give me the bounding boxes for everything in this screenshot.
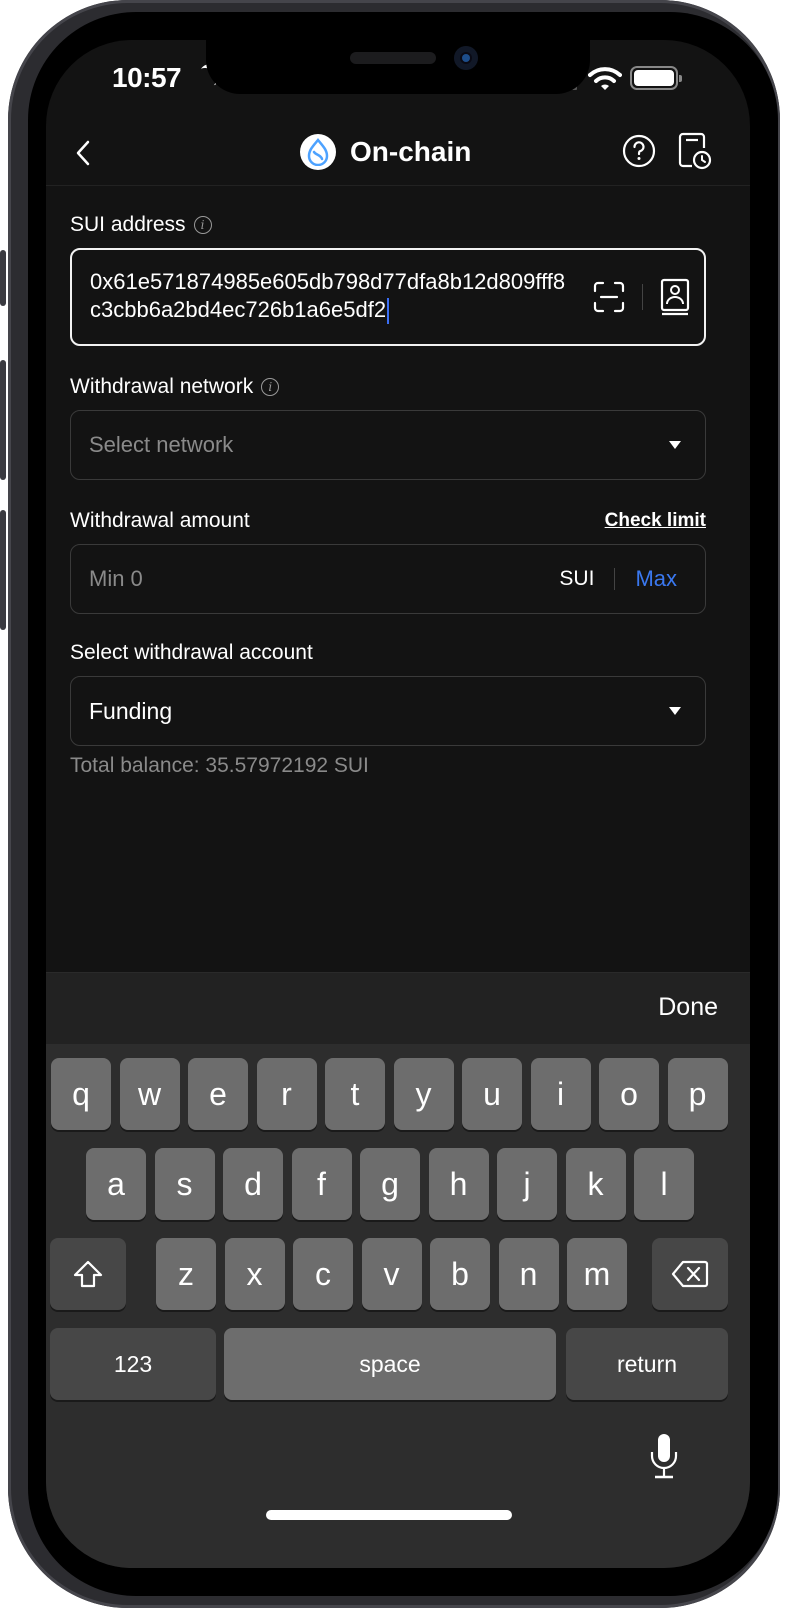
notch (206, 40, 590, 94)
key-r[interactable]: r (256, 1058, 317, 1130)
account-label-text: Select withdrawal account (70, 641, 313, 664)
camera (454, 46, 478, 70)
key-y[interactable]: y (393, 1058, 454, 1130)
microphone-icon[interactable] (648, 1432, 680, 1482)
network-label-row: Withdrawal network i (70, 372, 706, 402)
speaker (350, 52, 436, 64)
key-d[interactable]: d (223, 1148, 283, 1220)
history-record-icon[interactable] (678, 132, 712, 170)
withdraw-form: SUI address i 0x61e571874985e605db798d77… (70, 210, 706, 778)
amount-placeholder[interactable]: Min 0 (89, 566, 559, 592)
network-label: Withdrawal network (70, 375, 254, 398)
amount-divider (614, 568, 616, 590)
address-label-row: SUI address i (70, 210, 706, 240)
scan-qr-icon[interactable] (592, 280, 626, 314)
volume-up-button (0, 360, 6, 480)
key-e[interactable]: e (188, 1058, 248, 1130)
nav-bar: On-chain (46, 120, 750, 186)
address-text: 0x61e571874985e605db798d77dfa8b12d809fff… (90, 269, 566, 322)
address-book-icon[interactable] (660, 278, 690, 316)
back-chevron-icon[interactable] (70, 138, 100, 168)
key-o[interactable]: o (599, 1058, 659, 1130)
status-time: 10:57 (112, 62, 182, 93)
account-label: Select withdrawal account (70, 638, 706, 668)
network-placeholder: Select network (89, 432, 234, 457)
space-key[interactable]: space (224, 1328, 556, 1400)
volume-down-button (0, 510, 6, 630)
key-b[interactable]: b (430, 1238, 490, 1310)
shift-arrow-icon (73, 1260, 103, 1288)
amount-unit: SUI (559, 567, 595, 590)
key-a[interactable]: a (86, 1148, 146, 1220)
amount-label-row: Withdrawal amount Check limit (70, 506, 706, 536)
key-n[interactable]: n (498, 1238, 559, 1310)
key-l[interactable]: l (634, 1148, 694, 1220)
key-i[interactable]: i (530, 1058, 591, 1130)
text-cursor (387, 298, 390, 325)
amount-label: Withdrawal amount (70, 509, 250, 532)
key-t[interactable]: t (325, 1058, 385, 1130)
check-limit-link[interactable]: Check limit (605, 510, 706, 532)
key-f[interactable]: f (291, 1148, 352, 1220)
total-balance: Total balance: 35.57972192 SUI (70, 754, 369, 777)
backspace-icon (671, 1260, 709, 1288)
key-p[interactable]: p (667, 1058, 728, 1130)
screen: 10:57 On-chain SUI address i 0x61e571874… (46, 40, 750, 1568)
amount-input[interactable]: Min 0 SUI Max (70, 544, 706, 614)
key-g[interactable]: g (360, 1148, 420, 1220)
key-x[interactable]: x (224, 1238, 285, 1310)
keyboard: qwertyuiop asdfghjkl zxcvbnm 123 space r… (46, 1044, 750, 1568)
wifi-icon (588, 67, 622, 90)
return-key[interactable]: return (566, 1328, 728, 1400)
key-j[interactable]: j (497, 1148, 557, 1220)
home-indicator (266, 1510, 512, 1520)
caret-down-icon (669, 707, 681, 715)
key-m[interactable]: m (567, 1238, 627, 1310)
key-q[interactable]: q (51, 1058, 111, 1130)
nav-title-group: On-chain (300, 132, 471, 172)
account-select[interactable]: Funding (70, 676, 706, 746)
address-input[interactable]: 0x61e571874985e605db798d77dfa8b12d809fff… (70, 248, 706, 346)
key-u[interactable]: u (462, 1058, 522, 1130)
mute-switch (0, 250, 6, 306)
address-divider (642, 284, 643, 310)
info-icon[interactable]: i (261, 378, 280, 396)
page-title: On-chain (350, 136, 472, 167)
key-h[interactable]: h (428, 1148, 489, 1220)
account-value: Funding (89, 697, 173, 724)
numbers-key[interactable]: 123 (50, 1328, 216, 1400)
done-button[interactable]: Done (658, 993, 718, 1022)
key-v[interactable]: v (361, 1238, 422, 1310)
battery-icon (630, 66, 682, 90)
caret-down-icon (669, 441, 681, 449)
key-w[interactable]: w (119, 1058, 180, 1130)
shift-key[interactable] (50, 1238, 126, 1310)
key-c[interactable]: c (293, 1238, 353, 1310)
network-select[interactable]: Select network (70, 410, 706, 480)
key-s[interactable]: s (154, 1148, 215, 1220)
key-k[interactable]: k (565, 1148, 626, 1220)
delete-key[interactable] (652, 1238, 728, 1310)
address-value[interactable]: 0x61e571874985e605db798d77dfa8b12d809fff… (90, 268, 570, 325)
help-question-icon[interactable] (622, 134, 656, 168)
keyboard-toolbar: Done (46, 972, 750, 1044)
key-z[interactable]: z (156, 1238, 216, 1310)
max-button[interactable]: Max (635, 566, 677, 592)
address-label: SUI address (70, 213, 186, 236)
sui-logo-icon (300, 134, 336, 170)
info-icon[interactable]: i (193, 216, 212, 234)
